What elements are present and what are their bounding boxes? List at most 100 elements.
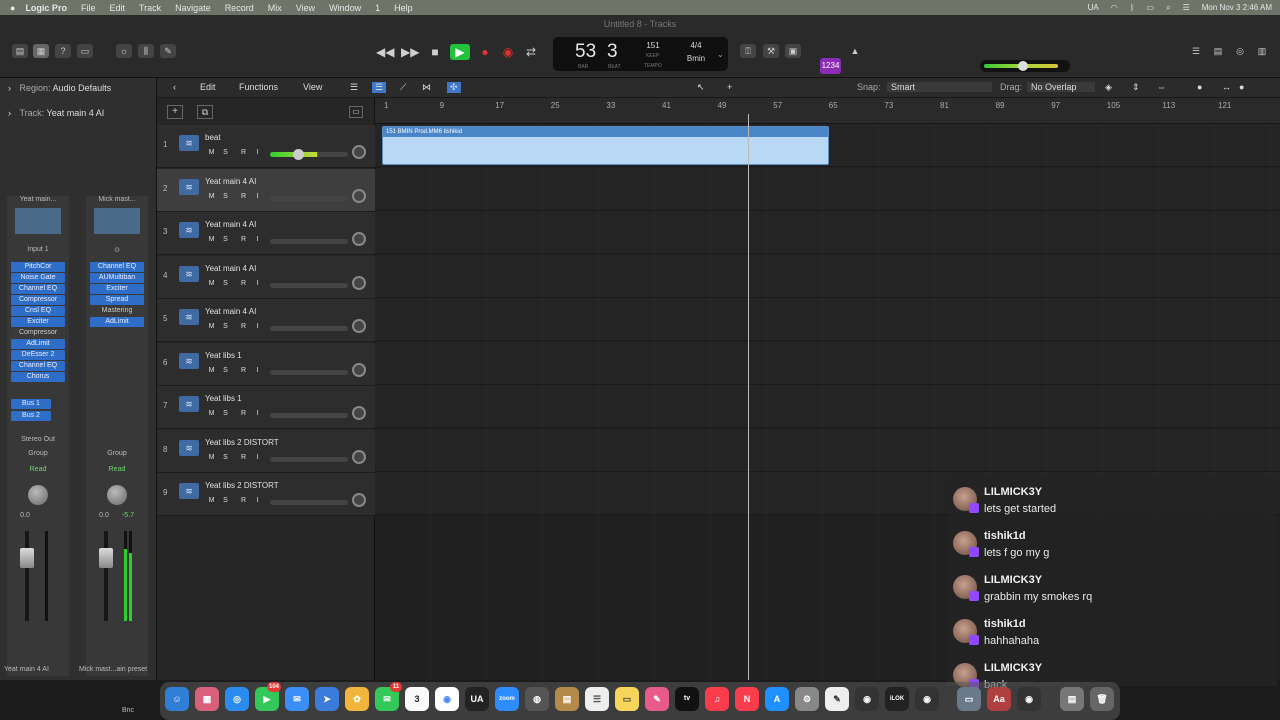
record-enable-button[interactable]: R — [238, 322, 249, 332]
solo-button[interactable]: S — [220, 322, 231, 332]
mail-icon[interactable]: ✉ — [285, 687, 309, 711]
pan-knob[interactable] — [28, 485, 48, 505]
solo-button[interactable]: S — [220, 496, 231, 506]
pan-knob[interactable] — [352, 362, 366, 377]
record-enable-button[interactable]: R — [238, 148, 249, 158]
vertical-zoom-icon[interactable]: ⇕ — [1132, 82, 1140, 93]
pointer-tool-icon[interactable]: ↖ — [697, 82, 705, 93]
app-store-icon[interactable]: A — [765, 687, 789, 711]
ilok-icon[interactable]: iLOK — [885, 687, 909, 711]
mixer-icon[interactable]: ⫼ — [138, 44, 154, 58]
track-name[interactable]: Yeat libs 1 — [205, 351, 242, 360]
flex-icon[interactable]: ⋈ — [422, 82, 431, 93]
maps-icon[interactable]: ➤ — [315, 687, 339, 711]
record-enable-button[interactable]: R — [238, 279, 249, 289]
zoom-slider[interactable]: ● — [1197, 82, 1202, 92]
plugin-slot[interactable]: AdLimit — [90, 317, 144, 327]
menu-1[interactable]: 1 — [375, 3, 380, 13]
safari-icon[interactable]: ◎ — [225, 687, 249, 711]
browsers-icon[interactable]: ▥ — [1254, 44, 1270, 58]
quick-help-icon[interactable]: ? — [55, 44, 71, 58]
logic-remote-icon[interactable]: ◉ — [855, 687, 879, 711]
menu-view[interactable]: View — [296, 3, 315, 13]
region-inspector-header[interactable]: › Region: Audio Defaults — [8, 83, 111, 93]
solo-button[interactable]: S — [220, 192, 231, 202]
trash-icon[interactable]: 🗑 — [1090, 687, 1114, 711]
add-track-button[interactable]: + — [167, 105, 183, 119]
eq-thumbnail[interactable] — [15, 208, 61, 234]
track-header[interactable]: 8 ≋ Yeat libs 2 DISTORT M S R I — [157, 429, 396, 473]
pan-knob[interactable] — [352, 319, 366, 333]
volume-slider[interactable] — [270, 326, 348, 331]
mute-button[interactable]: M — [206, 322, 217, 332]
volume-slider[interactable] — [270, 152, 348, 157]
input-monitor-button[interactable]: I — [252, 235, 263, 245]
track-lane[interactable] — [375, 211, 1280, 254]
view-menu[interactable]: View — [303, 82, 322, 92]
script-editor-icon[interactable]: ✎ — [825, 687, 849, 711]
menu-mix[interactable]: Mix — [268, 3, 282, 13]
plugin-slot[interactable]: Channel EQ — [90, 262, 144, 272]
plugin-slot[interactable]: Spread — [90, 295, 144, 305]
output-slot[interactable]: Stereo Out — [11, 436, 65, 443]
launchpad-icon[interactable]: ▦ — [195, 687, 219, 711]
group-slot[interactable]: Group — [11, 450, 65, 457]
track-name[interactable]: Yeat libs 2 DISTORT — [205, 481, 279, 490]
input-source-indicator[interactable]: UA — [1088, 3, 1099, 12]
track-name[interactable]: Yeat libs 1 — [205, 394, 242, 403]
horizontal-zoom-slider[interactable]: ● — [1239, 82, 1244, 92]
record-enable-button[interactable]: R — [238, 409, 249, 419]
playhead[interactable] — [748, 114, 749, 680]
rewind-button[interactable]: ◀◀ — [376, 44, 394, 60]
volume-fader[interactable] — [20, 548, 34, 568]
record-enable-button[interactable]: R — [238, 235, 249, 245]
input-monitor-button[interactable]: I — [252, 366, 263, 376]
mute-button[interactable]: M — [206, 366, 217, 376]
finder-icon[interactable]: ☺ — [165, 687, 189, 711]
link-icon[interactable]: ⊙ — [90, 246, 144, 254]
plugin-slot[interactable]: Mastering — [90, 306, 144, 316]
solo-button[interactable]: S — [220, 409, 231, 419]
pan-knob[interactable] — [352, 145, 366, 159]
control-center-icon[interactable]: ☰ — [1183, 3, 1190, 12]
record-enable-button[interactable]: R — [238, 366, 249, 376]
snap-select[interactable]: Smart — [887, 82, 992, 92]
bar-ruler[interactable]: 1 9 17 25 33 41 49 57 65 73 81 89 97 105 113 121 — [375, 98, 1280, 124]
track-header[interactable]: 4 ≋ Yeat main 4 AI M S R I — [157, 255, 424, 299]
track-header[interactable]: 3 ≋ Yeat main 4 AI M S R I — [157, 212, 424, 255]
catch-icon[interactable]: ✣ — [447, 82, 461, 93]
editors-icon[interactable]: ✎ — [160, 44, 176, 58]
volume-slider[interactable] — [270, 239, 348, 244]
loop-browser-icon[interactable]: ◎ — [1232, 44, 1248, 58]
group-slot[interactable]: Group — [90, 450, 144, 457]
menu-record[interactable]: Record — [225, 3, 254, 13]
fit-icon[interactable]: ⇔ — [1157, 82, 1166, 92]
secondary-tool-icon[interactable]: + — [727, 82, 732, 92]
automation-icon[interactable]: ⟋ — [400, 82, 406, 93]
menu-file[interactable]: File — [81, 3, 96, 13]
duplicate-track-button[interactable]: ⧉ — [197, 105, 213, 119]
apple-tv-icon[interactable]: tv — [675, 687, 699, 711]
volume-slider[interactable] — [270, 369, 348, 375]
mute-button[interactable]: M — [206, 148, 217, 158]
record-enable-button[interactable]: R — [238, 496, 249, 506]
plugin-slot[interactable]: AdLimit — [11, 339, 65, 349]
audio-region[interactable]: 151 BMIN Prod.MM6 tishikid — [382, 126, 829, 165]
mute-button[interactable]: M — [206, 496, 217, 506]
chrome-icon[interactable]: ◉ — [435, 687, 459, 711]
volume-slider[interactable] — [270, 413, 348, 418]
input-slot[interactable]: Input 1 — [11, 246, 65, 253]
pan-knob[interactable] — [352, 493, 366, 507]
input-monitor-button[interactable]: I — [252, 279, 263, 289]
audio-app-icon[interactable]: ◉ — [915, 687, 939, 711]
bounce-button[interactable]: Bnc — [116, 707, 140, 714]
library-icon[interactable]: ▤ — [12, 44, 28, 58]
drag-mode-select[interactable]: No Overlap — [1027, 82, 1095, 92]
volume-fader[interactable] — [99, 548, 113, 568]
solo-button[interactable]: S — [220, 453, 231, 463]
note-pad-toggle-icon[interactable]: ▣ — [785, 44, 801, 58]
lcd-display[interactable]: 53 3 BAR BEAT 151 KEEP TEMPO 4/4 Bmin ⌄ — [553, 37, 728, 71]
wifi-icon[interactable]: ◠ — [1111, 3, 1118, 12]
plugin-slot[interactable]: Noise Gate — [11, 273, 65, 283]
track-header[interactable]: 5 ≋ Yeat main 4 AI M S R I — [157, 299, 424, 342]
